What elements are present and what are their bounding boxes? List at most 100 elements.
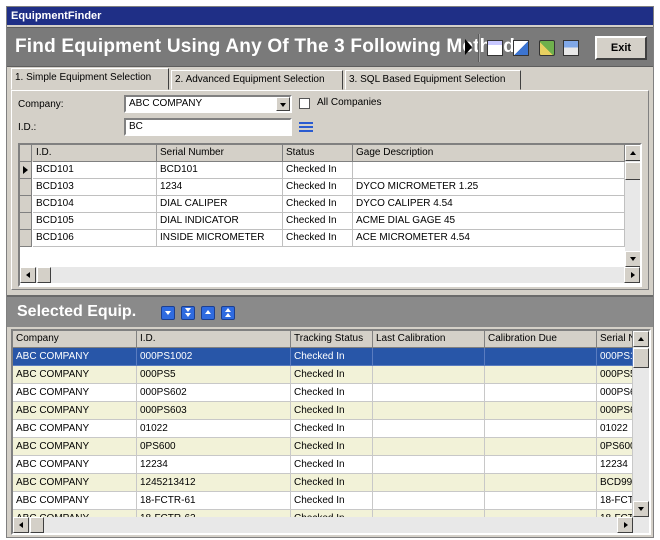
col-header-id[interactable]: I.D. [33, 145, 157, 162]
results-vscrollbar[interactable] [625, 145, 640, 267]
table-row[interactable]: ABC COMPANY000PS602Checked In 000PS60: [13, 384, 633, 402]
table-row[interactable]: ABC COMPANY000PS603Checked In 000PS60: [13, 402, 633, 420]
cell-last-calibration [373, 348, 485, 366]
row-indicator [20, 196, 32, 213]
cell-tracking-status: Checked In [291, 348, 373, 366]
col-header-last-calibration[interactable]: Last Calibration [373, 331, 485, 348]
cell-serial-number: INSIDE MICROMETER [157, 230, 283, 247]
selected-vscrollbar[interactable] [633, 331, 649, 517]
selected-hscrollbar[interactable] [13, 517, 649, 533]
chevron-down-icon[interactable] [276, 97, 290, 111]
results-grid: I.D. Serial Number Status Gage Descripti… [18, 143, 642, 287]
cell-last-calibration [373, 384, 485, 402]
scroll-up-icon[interactable] [625, 145, 640, 161]
table-row[interactable]: BCD104 DIAL CALIPER Checked In DYCO CALIPER… [20, 196, 625, 213]
col-header-gage-description[interactable]: Gage Description [353, 145, 625, 162]
col-header-serial[interactable]: Serial Number [157, 145, 283, 162]
move-up-icon[interactable] [201, 306, 215, 320]
scroll-left-icon[interactable] [20, 267, 36, 283]
scroll-thumb[interactable] [633, 348, 649, 368]
scroll-down-icon[interactable] [625, 251, 640, 267]
table-row[interactable]: ABC COMPANY 01022 Checked In 01022 [13, 420, 633, 438]
cell-company: ABC COMPANY [13, 420, 137, 438]
cell-id: BCD104 [33, 196, 157, 213]
selected-equipment-bar: Selected Equip. [7, 295, 653, 327]
tab-sql-selection[interactable]: 3. SQL Based Equipment Selection [345, 70, 521, 90]
cell-serial-number: 0PS600 [597, 438, 633, 456]
tools-icon[interactable] [539, 40, 555, 56]
col-header-serial-number[interactable]: Serial Nu [597, 331, 633, 348]
cell-calibration-due [485, 366, 597, 384]
cell-id: 000PS5 [137, 366, 291, 384]
scroll-right-icon[interactable] [624, 267, 640, 283]
results-header: I.D. Serial Number Status Gage Descripti… [20, 145, 640, 162]
cell-calibration-due [485, 474, 597, 492]
scroll-down-icon[interactable] [633, 501, 649, 517]
cell-tracking-status: Checked In [291, 456, 373, 474]
table-row[interactable]: ABC COMPANY 0PS600 Checked In 0PS600 [13, 438, 633, 456]
tab-advanced-selection[interactable]: 2. Advanced Equipment Selection [171, 70, 343, 90]
table-row[interactable]: ABC COMPANY 000PS5 Checked In 000PS5 [13, 366, 633, 384]
cell-serial-number: 12234 [597, 456, 633, 474]
scroll-thumb[interactable] [625, 162, 640, 180]
hscroll-thumb[interactable] [37, 267, 51, 283]
table-row[interactable]: ABC COMPANY18-FCTR-61Checked In 18-FCTR- [13, 492, 633, 510]
list-icon[interactable] [299, 121, 313, 135]
results-hscrollbar[interactable] [20, 267, 640, 283]
cell-gage-description: ACME DIAL GAGE 45 [353, 213, 625, 230]
run-arrow-icon[interactable] [465, 39, 472, 55]
cell-id: 01022 [137, 420, 291, 438]
selected-equipment-grid: Company I.D. Tracking Status Last Calibr… [11, 329, 651, 535]
id-input[interactable]: BC [124, 118, 292, 136]
all-companies-checkbox[interactable] [299, 98, 310, 109]
col-header-id[interactable]: I.D. [137, 331, 291, 348]
exit-button[interactable]: Exit [595, 36, 647, 60]
table-row[interactable]: ABC COMPANY000PS1002Checked In 000PS10 [13, 348, 633, 366]
print-icon[interactable] [563, 40, 579, 56]
hscroll-thumb[interactable] [30, 517, 44, 533]
cell-serial-number: DIAL INDICATOR [157, 213, 283, 230]
cell-id: 18-FCTR-61 [137, 492, 291, 510]
move-bottom-icon[interactable] [181, 306, 195, 320]
table-row[interactable]: ABC COMPANY1245213412Checked In BCD998 [13, 474, 633, 492]
cell-serial-number: 1234 [157, 179, 283, 196]
cell-gage-description: DYCO MICROMETER 1.25 [353, 179, 625, 196]
cell-serial-number: 000PS60: [597, 402, 633, 420]
table-row[interactable]: ABC COMPANY 12234 Checked In 12234 [13, 456, 633, 474]
cell-company: ABC COMPANY [13, 384, 137, 402]
cell-serial-number: 18-FCTR- [597, 492, 633, 510]
col-header-status[interactable]: Status [283, 145, 353, 162]
move-top-icon[interactable] [221, 306, 235, 320]
cell-company: ABC COMPANY [13, 402, 137, 420]
cell-id: BCD103 [33, 179, 157, 196]
page-title: Find Equipment Using Any Of The 3 Follow… [15, 36, 526, 57]
cell-gage-description: DYCO CALIPER 4.54 [353, 196, 625, 213]
equipment-finder-window: EquipmentFinder Find Equipment Using Any… [6, 6, 654, 538]
company-select[interactable]: ABC COMPANY [124, 95, 292, 113]
col-header-tracking-status[interactable]: Tracking Status [291, 331, 373, 348]
table-row[interactable]: BCD106 INSIDE MICROMETER Checked In ACE MIC… [20, 230, 625, 247]
selected-header: Company I.D. Tracking Status Last Calibr… [13, 331, 633, 348]
cell-last-calibration [373, 366, 485, 384]
report-icon[interactable] [487, 40, 503, 56]
window-title: EquipmentFinder [7, 7, 653, 25]
export-icon[interactable] [513, 40, 529, 56]
scroll-right-icon[interactable] [617, 517, 633, 533]
cell-calibration-due [485, 402, 597, 420]
move-down-icon[interactable] [161, 306, 175, 320]
cell-calibration-due [485, 438, 597, 456]
table-row[interactable]: BCD103 1234 Checked In DYCO MICROMETER 1.25 [20, 179, 625, 196]
cell-serial-number: 000PS60: [597, 384, 633, 402]
scroll-up-icon[interactable] [633, 331, 649, 347]
cell-id: 12234 [137, 456, 291, 474]
col-header-calibration-due[interactable]: Calibration Due [485, 331, 597, 348]
company-select-value: ABC COMPANY [129, 98, 203, 109]
table-row[interactable]: BCD101 BCD101 Checked In [20, 162, 625, 179]
row-indicator-header [20, 145, 32, 162]
cell-serial-number: BCD998 [597, 474, 633, 492]
col-header-company[interactable]: Company [13, 331, 137, 348]
tab-simple-selection[interactable]: 1. Simple Equipment Selection [11, 68, 169, 90]
scroll-left-icon[interactable] [13, 517, 29, 533]
cell-calibration-due [485, 384, 597, 402]
table-row[interactable]: BCD105 DIAL INDICATOR Checked In ACME DIAL … [20, 213, 625, 230]
